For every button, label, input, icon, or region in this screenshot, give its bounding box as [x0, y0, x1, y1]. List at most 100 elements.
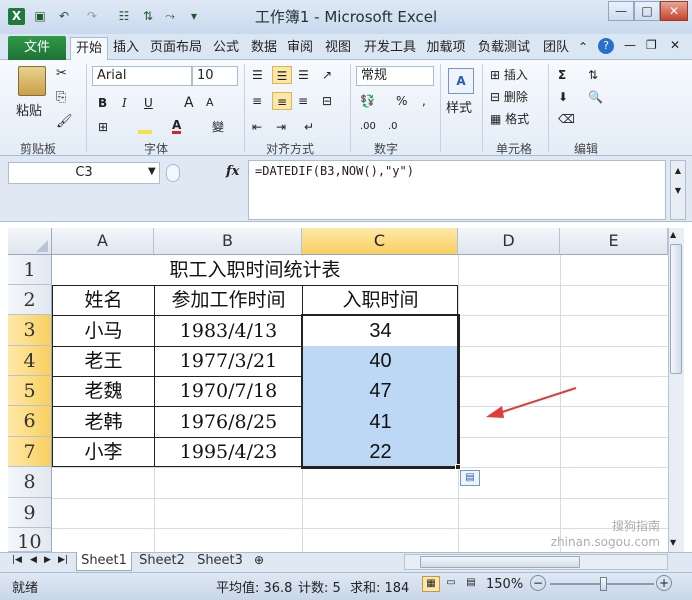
underline-button[interactable]: U	[144, 94, 153, 112]
tab-formulas[interactable]: 公式	[210, 37, 242, 60]
cell-name[interactable]: 小马	[53, 316, 154, 346]
tab-view[interactable]: 视图	[322, 37, 354, 60]
styles-button[interactable]: 样式	[446, 100, 472, 118]
row-header-1[interactable]: 1	[8, 255, 52, 285]
next-sheet-icon[interactable]: ▶	[44, 555, 51, 565]
number-format-box[interactable]: 常规	[356, 66, 434, 86]
row-header-6[interactable]: 6	[8, 406, 52, 437]
column-header-e[interactable]: E	[560, 228, 668, 255]
tab-developer[interactable]: 开发工具	[360, 37, 420, 60]
formula-input[interactable]: =DATEDIF(B3,NOW(),"y")	[248, 160, 666, 220]
column-header-c[interactable]: C	[302, 228, 458, 255]
align-right-icon[interactable]: ≡	[298, 92, 308, 110]
page-break-view-icon[interactable]: ▤	[462, 576, 480, 592]
header-tenure[interactable]: 入职时间	[303, 286, 458, 315]
align-left-icon[interactable]: ≡	[252, 92, 262, 110]
tab-load-test[interactable]: 负载测试	[474, 37, 534, 60]
fill-icon[interactable]: ⬇	[558, 88, 568, 106]
zoom-slider-thumb[interactable]	[600, 577, 607, 591]
horizontal-scroll-thumb[interactable]	[420, 556, 580, 568]
table-title[interactable]: 职工入职时间统计表	[53, 256, 457, 285]
sheet-tab-sheet3[interactable]: Sheet3	[192, 552, 248, 571]
auto-fill-options-icon[interactable]: ▤	[460, 470, 480, 486]
format-cells-button[interactable]: ▦ 格式	[490, 110, 529, 128]
cell-name[interactable]: 老韩	[53, 407, 154, 437]
insert-sheet-icon[interactable]: ⊕	[254, 553, 264, 567]
collapse-ribbon-icon[interactable]: ⌃	[578, 40, 588, 54]
increase-indent-icon[interactable]: ⇥	[276, 118, 286, 136]
column-header-b[interactable]: B	[154, 228, 302, 255]
cut-icon[interactable]: ✂	[56, 66, 67, 81]
cell-date[interactable]: 1977/3/21	[155, 347, 302, 376]
minimize-button[interactable]: —	[608, 1, 634, 21]
scroll-up-icon[interactable]: ▲	[670, 230, 676, 239]
format-painter-icon[interactable]: 🖌	[56, 114, 73, 129]
cell-name[interactable]: 老魏	[53, 377, 154, 406]
row-header-8[interactable]: 8	[8, 467, 52, 498]
workbook-restore-icon[interactable]: ❐	[646, 38, 657, 52]
zoom-level[interactable]: 150%	[486, 577, 523, 592]
find-select-icon[interactable]: 🔍	[588, 88, 603, 106]
name-box[interactable]: C3	[8, 162, 160, 184]
row-header-10[interactable]: 10	[8, 528, 52, 552]
workbook-close-icon[interactable]: ✕	[670, 38, 680, 52]
cell-years[interactable]: 34	[303, 316, 458, 346]
header-start-date[interactable]: 参加工作时间	[155, 286, 302, 315]
tab-team[interactable]: 团队	[540, 37, 572, 60]
insert-cells-button[interactable]: ⊞ 插入	[490, 66, 528, 84]
cell-name[interactable]: 小李	[53, 438, 154, 467]
sheet-tab-sheet1[interactable]: Sheet1	[76, 552, 132, 571]
clear-icon[interactable]: ⌫	[558, 110, 575, 128]
merge-center-icon[interactable]: ⊟	[322, 92, 332, 110]
cell-years[interactable]: 47	[303, 377, 458, 406]
row-header-2[interactable]: 2	[8, 285, 52, 315]
font-color-button[interactable]: A	[172, 116, 182, 134]
comma-button[interactable]: ,	[422, 92, 426, 110]
zoom-in-icon[interactable]: +	[656, 575, 672, 591]
sheet-tab-sheet2[interactable]: Sheet2	[134, 552, 190, 571]
formula-bar-splitter-icon[interactable]	[166, 164, 180, 182]
row-header-3[interactable]: 3	[8, 315, 52, 346]
grow-font-button[interactable]: A	[184, 94, 194, 112]
help-icon[interactable]: ?	[598, 38, 614, 54]
column-header-a[interactable]: A	[52, 228, 154, 255]
orientation-icon[interactable]: ↗	[322, 66, 332, 84]
align-middle-icon[interactable]: ☰	[272, 66, 292, 84]
row-header-9[interactable]: 9	[8, 498, 52, 528]
last-sheet-icon[interactable]: ▶|	[58, 555, 68, 565]
maximize-button[interactable]: □	[634, 1, 660, 21]
delete-cells-button[interactable]: ⊟ 删除	[490, 88, 528, 106]
decrease-decimal-icon[interactable]: .0	[388, 118, 398, 136]
font-size-box[interactable]: 10	[192, 66, 238, 86]
row-header-4[interactable]: 4	[8, 346, 52, 376]
phonetic-button[interactable]: 變	[212, 118, 224, 136]
paste-icon[interactable]	[18, 66, 46, 96]
name-box-dropdown-icon[interactable]: ▼	[148, 166, 156, 177]
cell-date[interactable]: 1970/7/18	[155, 377, 302, 406]
italic-button[interactable]: I	[122, 94, 127, 112]
tab-addins[interactable]: 加载项	[424, 37, 468, 60]
page-layout-view-icon[interactable]: ▭	[442, 576, 460, 592]
cell-years[interactable]: 22	[303, 438, 458, 467]
increase-decimal-icon[interactable]: .00	[360, 118, 376, 136]
shrink-font-button[interactable]: A	[206, 94, 214, 112]
tab-insert[interactable]: 插入	[110, 37, 142, 60]
prev-sheet-icon[interactable]: ◀	[30, 555, 37, 565]
header-name[interactable]: 姓名	[53, 286, 154, 315]
paste-button[interactable]: 粘贴	[16, 100, 42, 119]
cell-name[interactable]: 老王	[53, 347, 154, 376]
decrease-indent-icon[interactable]: ⇤	[252, 118, 262, 136]
align-bottom-icon[interactable]: ☰	[298, 66, 309, 84]
normal-view-icon[interactable]: ▦	[422, 576, 440, 592]
cell-date[interactable]: 1976/8/25	[155, 407, 302, 437]
borders-icon[interactable]: ⊞	[98, 118, 108, 136]
tab-file[interactable]: 文件	[8, 36, 66, 60]
copy-icon[interactable]: ⎘	[56, 90, 66, 105]
row-header-5[interactable]: 5	[8, 376, 52, 406]
close-button[interactable]: ✕	[660, 1, 688, 21]
zoom-out-icon[interactable]: −	[530, 575, 546, 591]
styles-icon[interactable]: A	[448, 68, 474, 94]
cell-date[interactable]: 1995/4/23	[155, 438, 302, 467]
font-name-box[interactable]: Arial	[92, 66, 192, 86]
scroll-down-icon[interactable]: ▼	[670, 538, 676, 547]
